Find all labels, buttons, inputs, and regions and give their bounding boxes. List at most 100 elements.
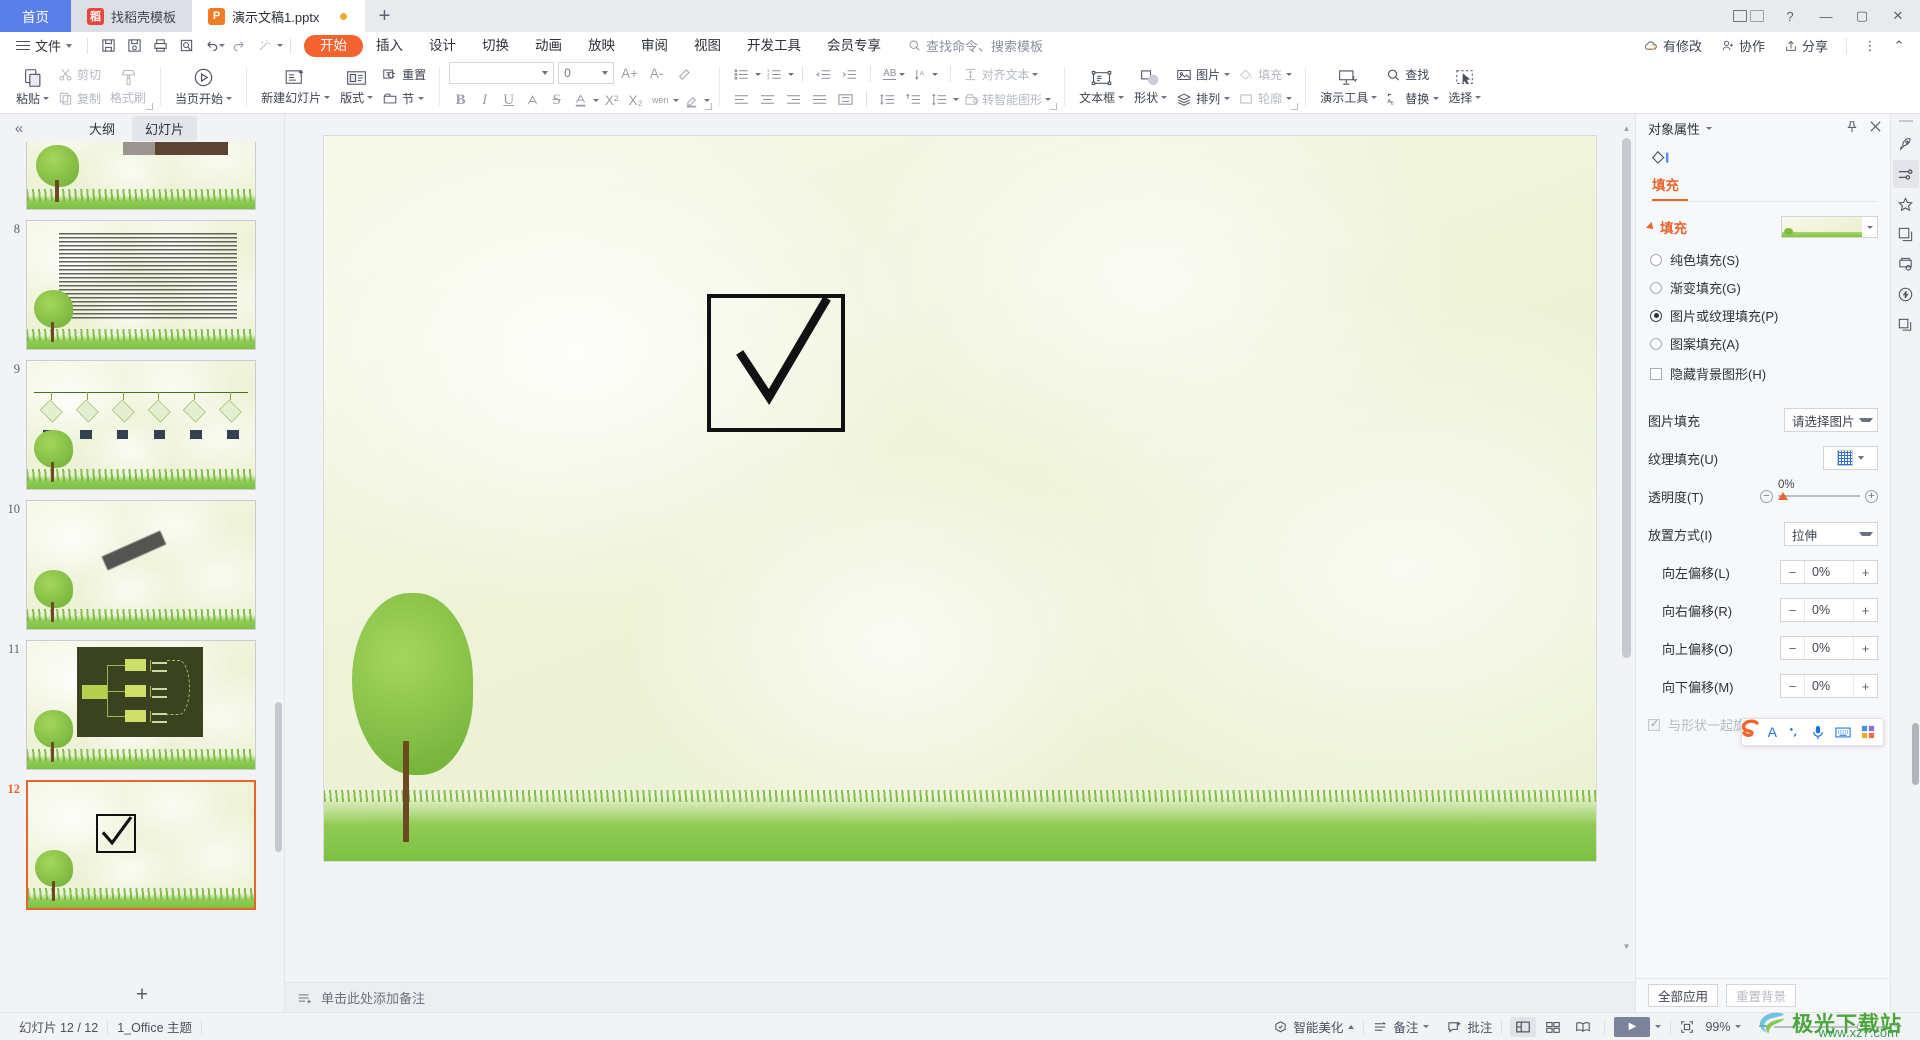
thumbnail-list[interactable]: 7 8 (0, 142, 284, 978)
collapse-left-icon[interactable]: « (8, 120, 30, 137)
minus-icon[interactable]: − (1781, 675, 1805, 697)
split-view-icon[interactable] (1725, 10, 1772, 22)
add-slide-button[interactable]: + (0, 978, 284, 1012)
tab-member[interactable]: 会员专享 (814, 35, 894, 57)
replace-button[interactable]: AB 替换 (1382, 88, 1443, 109)
drawing-dialog-launcher[interactable] (1291, 103, 1299, 111)
chevron-down-icon[interactable] (1706, 126, 1713, 130)
para-spacing-icon[interactable] (901, 88, 926, 110)
radio-solid-fill[interactable]: 纯色填充(S) (1648, 250, 1878, 269)
zoom-out-button[interactable]: − (1758, 1018, 1767, 1035)
find-button[interactable]: 查找 (1382, 64, 1443, 85)
new-tab-button[interactable]: + (365, 0, 404, 32)
qat-more-icon[interactable] (277, 44, 284, 47)
slide-sorter-icon[interactable] (1540, 1017, 1566, 1037)
new-slide-button[interactable]: 新建幻灯片 (256, 61, 335, 113)
print-preview-icon[interactable] (173, 35, 199, 57)
scroll-down-icon[interactable]: ▼ (1622, 940, 1631, 952)
placement-select[interactable]: 拉伸 (1784, 522, 1878, 546)
tab-design[interactable]: 设计 (416, 35, 469, 57)
save-as-icon[interactable] (121, 35, 147, 57)
radio-gradient-fill[interactable]: 渐变填充(G) (1648, 278, 1878, 297)
offset-top-stepper[interactable]: − 0% + (1780, 636, 1878, 660)
thumbnail-preview[interactable] (26, 142, 256, 210)
keyboard-icon[interactable] (1835, 726, 1851, 739)
microphone-icon[interactable] (1811, 725, 1825, 740)
chevron-down-icon[interactable] (1862, 225, 1877, 229)
fill-preview-swatch[interactable] (1781, 216, 1878, 238)
cloud-status-button[interactable]: 有修改 (1636, 36, 1710, 55)
plus-icon[interactable]: + (1853, 561, 1877, 583)
fit-to-window-button[interactable] (1671, 1020, 1703, 1034)
copy-button[interactable]: 复制 (54, 88, 105, 109)
rail-handle[interactable] (1898, 120, 1913, 122)
close-button[interactable]: ✕ (1880, 0, 1916, 32)
text-direction-button[interactable]: AB (879, 63, 909, 85)
bullet-list-icon[interactable] (729, 63, 754, 85)
apps-icon[interactable] (1861, 725, 1875, 739)
zoom-in-button[interactable]: + (1893, 1018, 1902, 1035)
punctuation-icon[interactable] (1787, 725, 1801, 739)
save-icon[interactable] (95, 35, 121, 57)
decrease-indent-icon[interactable] (811, 63, 836, 85)
strikethrough-button[interactable]: S (545, 89, 568, 111)
line-spacing-icon[interactable] (875, 88, 900, 110)
radio-pattern-fill[interactable]: 图案填充(A) (1648, 334, 1878, 353)
italic-button[interactable]: I (473, 89, 496, 111)
thumbnail-scrollbar[interactable] (275, 702, 282, 852)
list-item[interactable]: 7 (0, 142, 284, 210)
normal-view-icon[interactable] (1510, 1016, 1537, 1037)
checkbox-hide-background-graphics[interactable]: 隐藏背景图形(H) (1648, 364, 1878, 383)
thumbnail-preview[interactable] (26, 360, 256, 490)
current-slide[interactable] (324, 136, 1596, 861)
tab-document[interactable]: P 演示文稿1.pptx (192, 0, 366, 32)
increase-font-size-button[interactable]: A+ (618, 62, 641, 84)
maximize-button[interactable]: ▢ (1844, 0, 1880, 32)
scroll-up-icon[interactable]: ▲ (1622, 122, 1631, 134)
help-icon[interactable]: ? (1772, 0, 1808, 32)
close-icon[interactable] (1869, 120, 1882, 136)
paragraph-dialog-launcher[interactable] (1050, 103, 1058, 111)
list-item[interactable]: 8 (0, 220, 284, 350)
thumbnail-preview[interactable] (26, 220, 256, 350)
bold-button[interactable]: B (449, 89, 472, 111)
font-color-button[interactable] (569, 89, 592, 111)
cut-button[interactable]: 剪切 (54, 64, 105, 85)
ime-mode-button[interactable]: A (1768, 724, 1777, 740)
chevron-down-icon[interactable] (704, 98, 711, 102)
tab-insert[interactable]: 插入 (363, 35, 416, 57)
align-text-button[interactable]: 对齐文本 (959, 63, 1042, 85)
tab-review[interactable]: 审阅 (628, 35, 681, 57)
canvas-area[interactable]: ▲ ▼ (285, 114, 1635, 982)
more-options-icon[interactable]: ⋮ (1857, 35, 1883, 57)
minus-icon[interactable]: − (1781, 561, 1805, 583)
chevron-down-icon[interactable] (788, 72, 795, 76)
plus-icon[interactable]: + (1853, 599, 1877, 621)
tab-outline[interactable]: 大纲 (76, 116, 128, 141)
reading-view-icon[interactable] (1570, 1017, 1596, 1037)
tab-animation[interactable]: 动画 (522, 35, 575, 57)
select-button[interactable]: 选择 (1443, 61, 1486, 113)
offset-left-stepper[interactable]: − 0% + (1780, 560, 1878, 584)
minus-icon[interactable]: − (1781, 599, 1805, 621)
pinyin-guide-button[interactable]: wén (648, 89, 672, 111)
apply-all-button[interactable]: 全部应用 (1648, 984, 1719, 1007)
clear-format-icon[interactable] (672, 62, 695, 84)
chevron-down-icon[interactable] (673, 98, 680, 102)
align-justify-icon[interactable] (807, 88, 832, 110)
plus-icon[interactable]: + (1865, 489, 1878, 503)
tab-find-template[interactable]: 稻 找稻壳模板 (71, 0, 193, 32)
slider-track[interactable]: 0% (1778, 479, 1860, 500)
list-item[interactable]: 10 (0, 500, 284, 630)
format-clear-icon[interactable] (251, 35, 277, 57)
subscript-button[interactable]: X₂ (624, 89, 647, 111)
font-name-input[interactable] (449, 62, 555, 84)
search-command-box[interactable]: 查找命令、搜索模板 (908, 36, 1043, 55)
media-icon[interactable] (1893, 310, 1919, 338)
outline-button[interactable]: 轮廓 (1234, 88, 1296, 109)
start-slideshow-button[interactable]: ▶ (1614, 1016, 1651, 1037)
align-center-icon[interactable] (755, 88, 780, 110)
presentation-tools-button[interactable]: 演示工具 (1315, 61, 1382, 113)
align-left-icon[interactable] (729, 88, 754, 110)
zoom-slider[interactable]: − + (1750, 1018, 1910, 1035)
